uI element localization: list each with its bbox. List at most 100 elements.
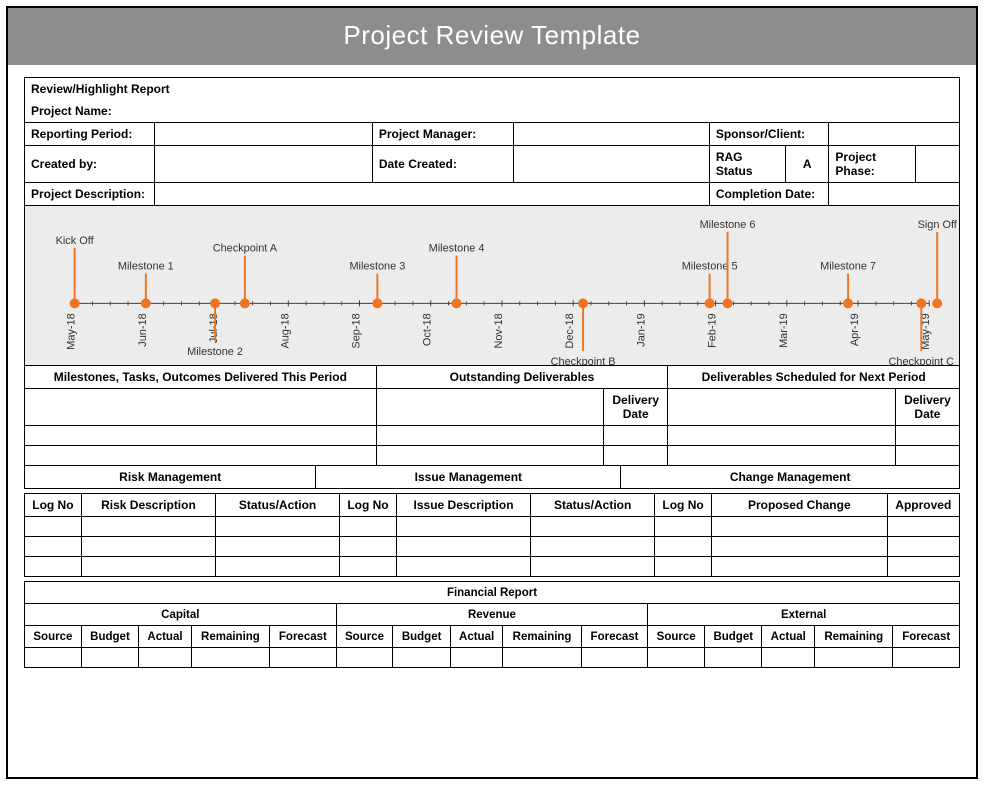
mgmt-cell[interactable] xyxy=(216,557,340,577)
timeline-event-label: Checkpoint B xyxy=(551,356,616,365)
project-manager-value[interactable] xyxy=(514,123,710,146)
mgmt-cell[interactable] xyxy=(81,537,215,557)
issue-mgmt-header: Issue Management xyxy=(316,466,621,489)
deliv-c1-blank[interactable] xyxy=(25,389,377,426)
project-phase-value[interactable] xyxy=(916,146,960,183)
timeline-event-label: Milestone 2 xyxy=(187,346,243,358)
mgmt-cell[interactable] xyxy=(655,517,712,537)
mgmt-cell[interactable] xyxy=(711,557,887,577)
fin-cell[interactable] xyxy=(81,648,138,668)
fin-cell[interactable] xyxy=(450,648,503,668)
timeline-event-dot xyxy=(705,298,715,308)
mgmt-cell[interactable] xyxy=(81,517,215,537)
financial-title: Financial Report xyxy=(25,582,960,604)
fin-h: Budget xyxy=(705,626,762,648)
fin-cell[interactable] xyxy=(815,648,893,668)
mgmt-cell[interactable] xyxy=(711,517,887,537)
mgmt-cell[interactable] xyxy=(887,557,959,577)
project-description-label: Project Description: xyxy=(25,183,155,206)
timeline-event-dot xyxy=(916,298,926,308)
fin-h: Remaining xyxy=(191,626,269,648)
document-frame: Project Review Template Review/Highlight… xyxy=(6,6,978,779)
fin-cell[interactable] xyxy=(503,648,581,668)
timeline-event-dot xyxy=(372,298,382,308)
fin-cell[interactable] xyxy=(762,648,815,668)
timeline-month-label: Sep-18 xyxy=(350,313,362,348)
created-by-value[interactable] xyxy=(155,146,372,183)
fin-cell[interactable] xyxy=(393,648,450,668)
mgmt-cell[interactable] xyxy=(25,537,82,557)
fin-h: Source xyxy=(25,626,82,648)
mgmt-cell[interactable] xyxy=(340,557,397,577)
fin-cell[interactable] xyxy=(270,648,337,668)
reporting-period-value[interactable] xyxy=(155,123,372,146)
mgmt-cell[interactable] xyxy=(216,537,340,557)
deliv-row[interactable] xyxy=(25,426,377,446)
mgmt-cell[interactable] xyxy=(531,557,655,577)
mgmt-cell[interactable] xyxy=(216,517,340,537)
fin-h: Remaining xyxy=(503,626,581,648)
mgmt-cell[interactable] xyxy=(396,537,530,557)
fin-cell[interactable] xyxy=(581,648,648,668)
timeline-event-label: Milestone 6 xyxy=(700,219,756,231)
mgmt-cell[interactable] xyxy=(531,517,655,537)
mgmt-cell[interactable] xyxy=(340,537,397,557)
risk-mgmt-header: Risk Management xyxy=(25,466,316,489)
deliv-row[interactable] xyxy=(895,446,959,466)
deliv-row[interactable] xyxy=(668,426,896,446)
rag-status-value[interactable]: A xyxy=(785,146,828,183)
mgmt-cell[interactable] xyxy=(887,517,959,537)
fin-cell[interactable] xyxy=(25,648,82,668)
mgmt-cell[interactable] xyxy=(655,537,712,557)
timeline-month-label: Dec-18 xyxy=(564,313,576,348)
fin-cell[interactable] xyxy=(139,648,192,668)
deliv-row[interactable] xyxy=(604,446,668,466)
issue-logno-header: Log No xyxy=(340,494,397,517)
timeline-event-dot xyxy=(240,298,250,308)
project-description-value[interactable] xyxy=(155,183,709,206)
deliv-c3-blank[interactable] xyxy=(668,389,896,426)
content-area: Review/Highlight Report Project Name: Re… xyxy=(8,65,976,676)
mgmt-cell[interactable] xyxy=(396,517,530,537)
sponsor-client-value[interactable] xyxy=(829,123,960,146)
mgmt-cell[interactable] xyxy=(25,557,82,577)
mgmt-cell[interactable] xyxy=(711,537,887,557)
fin-h: Forecast xyxy=(581,626,648,648)
fin-h: Actual xyxy=(139,626,192,648)
deliv-row[interactable] xyxy=(604,426,668,446)
timeline-event-dot xyxy=(843,298,853,308)
timeline-month-label: Jan-19 xyxy=(635,313,647,346)
completion-date-value[interactable] xyxy=(829,183,960,206)
timeline-event-label: Milestone 4 xyxy=(429,243,485,255)
fin-cell[interactable] xyxy=(191,648,269,668)
deliv-row[interactable] xyxy=(376,426,604,446)
timeline-month-label: Apr-19 xyxy=(849,313,861,346)
date-created-value[interactable] xyxy=(514,146,710,183)
deliv-row[interactable] xyxy=(668,446,896,466)
mgmt-cell[interactable] xyxy=(396,557,530,577)
timeline-event-label: Checkpoint C xyxy=(889,356,955,365)
fin-external-header: External xyxy=(648,604,960,626)
deliv-row[interactable] xyxy=(895,426,959,446)
reporting-period-label: Reporting Period: xyxy=(25,123,155,146)
issue-status-header: Status/Action xyxy=(531,494,655,517)
deliv-c2-blank[interactable] xyxy=(376,389,604,426)
mgmt-cell[interactable] xyxy=(887,537,959,557)
mgmt-cell[interactable] xyxy=(81,557,215,577)
fin-cell[interactable] xyxy=(893,648,960,668)
timeline-event-label: Milestone 7 xyxy=(820,261,876,273)
fin-cell[interactable] xyxy=(648,648,705,668)
deliv-row[interactable] xyxy=(25,446,377,466)
mgmt-cell[interactable] xyxy=(340,517,397,537)
mgmt-cell[interactable] xyxy=(531,537,655,557)
deliv-row[interactable] xyxy=(376,446,604,466)
fin-h: Source xyxy=(648,626,705,648)
fin-cell[interactable] xyxy=(705,648,762,668)
timeline-event-label: Milestone 1 xyxy=(118,261,174,273)
timeline-month-label: Feb-19 xyxy=(707,313,719,348)
fin-cell[interactable] xyxy=(336,648,393,668)
mgmt-cell[interactable] xyxy=(25,517,82,537)
rag-status-label: RAG Status xyxy=(709,146,785,183)
mgmt-cell[interactable] xyxy=(655,557,712,577)
timeline-svg: May-18Jun-18Jul-18Aug-18Sep-18Oct-18Nov-… xyxy=(25,206,959,365)
